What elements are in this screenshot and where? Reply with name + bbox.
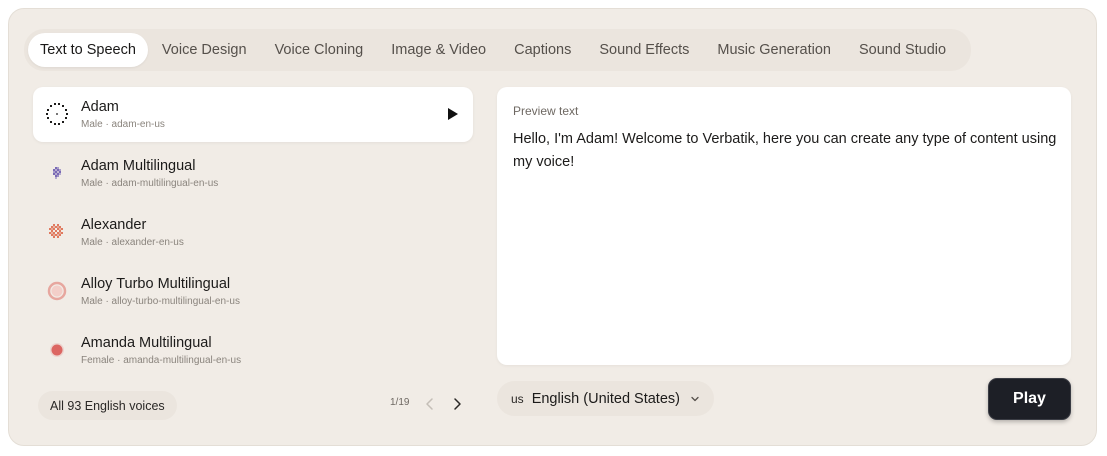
voice-name: Adam Multilingual: [81, 158, 196, 174]
voice-meta: Male · adam-en-us: [81, 119, 165, 130]
feature-tabs: Text to Speech Voice Design Voice Clonin…: [24, 29, 971, 71]
red-dot-avatar-icon: [50, 343, 64, 357]
voice-item-alexander[interactable]: Alexander Male · alexander-en-us: [33, 205, 473, 260]
preview-text-area[interactable]: Preview text Hello, I'm Adam! Welcome to…: [497, 87, 1071, 365]
purple-pixel-avatar-icon: [53, 167, 61, 179]
voice-meta: Male · alloy-turbo-multilingual-en-us: [81, 296, 240, 307]
voice-name: Alexander: [81, 217, 147, 233]
tab-captions[interactable]: Captions: [500, 33, 585, 67]
preview-label: Preview text: [513, 104, 579, 118]
dotted-ring-avatar-icon: [46, 103, 68, 125]
page-indicator: 1/19: [390, 397, 410, 408]
voice-meta: Female · amanda-multilingual-en-us: [81, 355, 242, 366]
voice-list: Adam Male · adam-en-us Adam Multilingual…: [33, 87, 473, 382]
tab-text-to-speech[interactable]: Text to Speech: [28, 33, 148, 67]
all-voices-button[interactable]: All 93 English voices: [38, 391, 177, 420]
chevron-right-icon[interactable]: [449, 396, 465, 412]
tab-voice-design[interactable]: Voice Design: [148, 33, 261, 67]
flag-icon: us: [511, 391, 524, 406]
tab-voice-cloning[interactable]: Voice Cloning: [261, 33, 378, 67]
tab-sound-studio[interactable]: Sound Studio: [845, 33, 960, 67]
orange-pixel-avatar-icon: [49, 224, 63, 238]
language-select[interactable]: us English (United States): [497, 381, 714, 416]
preview-text[interactable]: Hello, I'm Adam! Welcome to Verbatik, he…: [513, 128, 1058, 174]
language-label: English (United States): [531, 390, 680, 407]
chevron-left-icon[interactable]: [422, 396, 438, 412]
tab-sound-effects[interactable]: Sound Effects: [585, 33, 703, 67]
chevron-down-icon: [691, 396, 699, 401]
voice-name: Adam: [81, 99, 119, 115]
play-button[interactable]: Play: [988, 378, 1071, 420]
pink-ring-avatar-icon: [47, 281, 67, 301]
tab-music-generation[interactable]: Music Generation: [703, 33, 845, 67]
voice-item-adam[interactable]: Adam Male · adam-en-us: [33, 87, 473, 142]
play-icon[interactable]: [447, 107, 459, 121]
voice-item-alloy-turbo-multilingual[interactable]: Alloy Turbo Multilingual Male · alloy-tu…: [33, 264, 473, 319]
voice-item-amanda-multilingual[interactable]: Amanda Multilingual Female · amanda-mult…: [33, 323, 473, 378]
voice-item-adam-multilingual[interactable]: Adam Multilingual Male · adam-multilingu…: [33, 146, 473, 201]
voice-meta: Male · adam-multilingual-en-us: [81, 178, 219, 189]
tab-image-video[interactable]: Image & Video: [377, 33, 500, 67]
voice-name: Alloy Turbo Multilingual: [81, 276, 231, 292]
voice-meta: Male · alexander-en-us: [81, 237, 184, 248]
voice-name: Amanda Multilingual: [81, 335, 212, 351]
